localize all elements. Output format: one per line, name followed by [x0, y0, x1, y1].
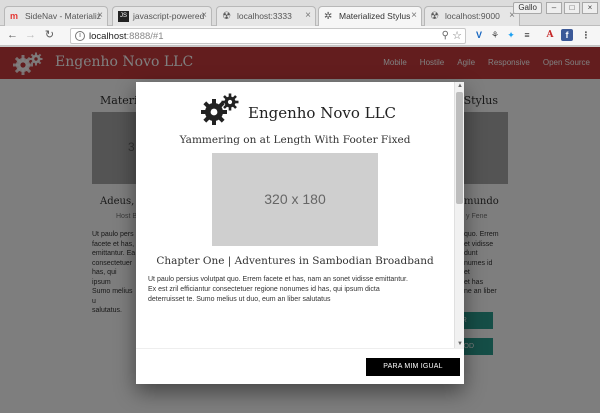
materialize-favicon-icon: m	[10, 11, 19, 21]
text-line: Ex est zril efficiantur consectetuer reg…	[148, 286, 380, 293]
maximize-icon[interactable]: □	[564, 2, 580, 14]
modal-action-button[interactable]: PARA MIM IGUAL	[366, 358, 460, 376]
scroll-down-arrow-icon[interactable]: ▼	[457, 341, 463, 347]
text-line: deterruisset te. Sumo melius ut duo, eum…	[148, 296, 331, 303]
close-icon[interactable]: ×	[411, 10, 417, 21]
tab-title: Materialized Stylus	[339, 11, 411, 21]
tab-title: javascript-powered	[133, 11, 205, 21]
forward-arrow-icon[interactable]: →	[24, 29, 37, 42]
scroll-up-arrow-icon[interactable]: ▲	[457, 83, 463, 89]
browser-tab[interactable]: ☢ localhost:9000 ×	[424, 6, 520, 26]
vuejs-extension-icon[interactable]: V	[473, 29, 485, 41]
url-host: localhost	[89, 31, 127, 42]
modal-content: Engenho Novo LLC Yammering on at Length …	[136, 82, 454, 348]
page-viewport: Engenho Novo LLC Mobile Hostile Agile Re…	[0, 47, 600, 413]
browser-tab[interactable]: ☢ localhost:3333 ×	[216, 6, 316, 26]
radiation-favicon-icon: ☢	[222, 11, 231, 22]
reload-icon[interactable]: ↻	[43, 29, 56, 42]
text-line: Ut paulo persius volutpat quo. Errem fac…	[148, 276, 408, 283]
close-icon[interactable]: ×	[305, 10, 311, 21]
profile-button[interactable]: Gallo	[513, 2, 542, 14]
modal-tagline: Yammering on at Length With Footer Fixed	[179, 134, 411, 146]
url-text: localhost:8888/#1	[89, 31, 163, 42]
menu-icon[interactable]: ⋮	[580, 29, 592, 41]
image-size-label: 320 x 180	[264, 191, 326, 207]
browser-tab[interactable]: JS javascript-powered ×	[112, 6, 212, 26]
minimize-icon[interactable]: –	[546, 2, 562, 14]
close-icon[interactable]: ×	[97, 10, 103, 21]
close-icon[interactable]: ×	[201, 10, 207, 21]
tab-title: localhost:9000	[445, 11, 500, 21]
modal-image-placeholder: 320 x 180	[212, 153, 378, 246]
gear-favicon-icon: ✲	[324, 11, 333, 22]
modal-brand-title: Engenho Novo LLC	[248, 104, 397, 122]
tab-title: localhost:3333	[237, 11, 292, 21]
modal-footer: PARA MIM IGUAL	[136, 348, 464, 384]
modal-chapter-heading: Chapter One | Adventures in Sambodian Br…	[156, 255, 434, 267]
info-icon[interactable]: i	[75, 31, 85, 41]
lines-extension-icon[interactable]: ≡	[521, 29, 533, 41]
modal-dialog: Engenho Novo LLC Yammering on at Length …	[136, 82, 464, 384]
gears-logo-icon	[201, 93, 239, 125]
clip-extension-icon[interactable]: ⚘	[489, 29, 501, 41]
scrollbar-thumb[interactable]	[456, 92, 463, 204]
twitter-extension-icon[interactable]: ✦	[505, 29, 517, 41]
window-controls: – □ ×	[546, 2, 598, 14]
modal-scrollbar[interactable]: ▲ ▼	[454, 82, 464, 348]
modal-body-text: Ut paulo persius volutpat quo. Errem fac…	[148, 275, 444, 305]
radiation-favicon-icon: ☢	[430, 11, 439, 22]
back-arrow-icon[interactable]: ←	[6, 29, 19, 42]
zoom-icon[interactable]: ⚲	[442, 30, 449, 41]
browser-tab-strip: m SideNav - Materializ × JS javascript-p…	[0, 0, 600, 27]
browser-tab[interactable]: m SideNav - Materializ ×	[4, 6, 108, 26]
browser-toolbar: ← → ↻ i localhost:8888/#1 ⚲ ☆ V ⚘ ✦ ≡ A …	[0, 26, 600, 46]
close-window-icon[interactable]: ×	[582, 2, 598, 14]
browser-tab-active[interactable]: ✲ Materialized Stylus ×	[318, 6, 422, 27]
facebook-extension-icon[interactable]: f	[561, 29, 573, 41]
js-favicon-icon: JS	[118, 11, 129, 22]
address-bar[interactable]: i localhost:8888/#1 ⚲ ☆	[70, 28, 466, 44]
tab-title: SideNav - Materializ	[25, 11, 102, 21]
acrobat-extension-icon[interactable]: A	[544, 29, 556, 41]
bookmark-star-icon[interactable]: ☆	[452, 29, 462, 42]
url-path: :8888/#1	[126, 31, 164, 42]
